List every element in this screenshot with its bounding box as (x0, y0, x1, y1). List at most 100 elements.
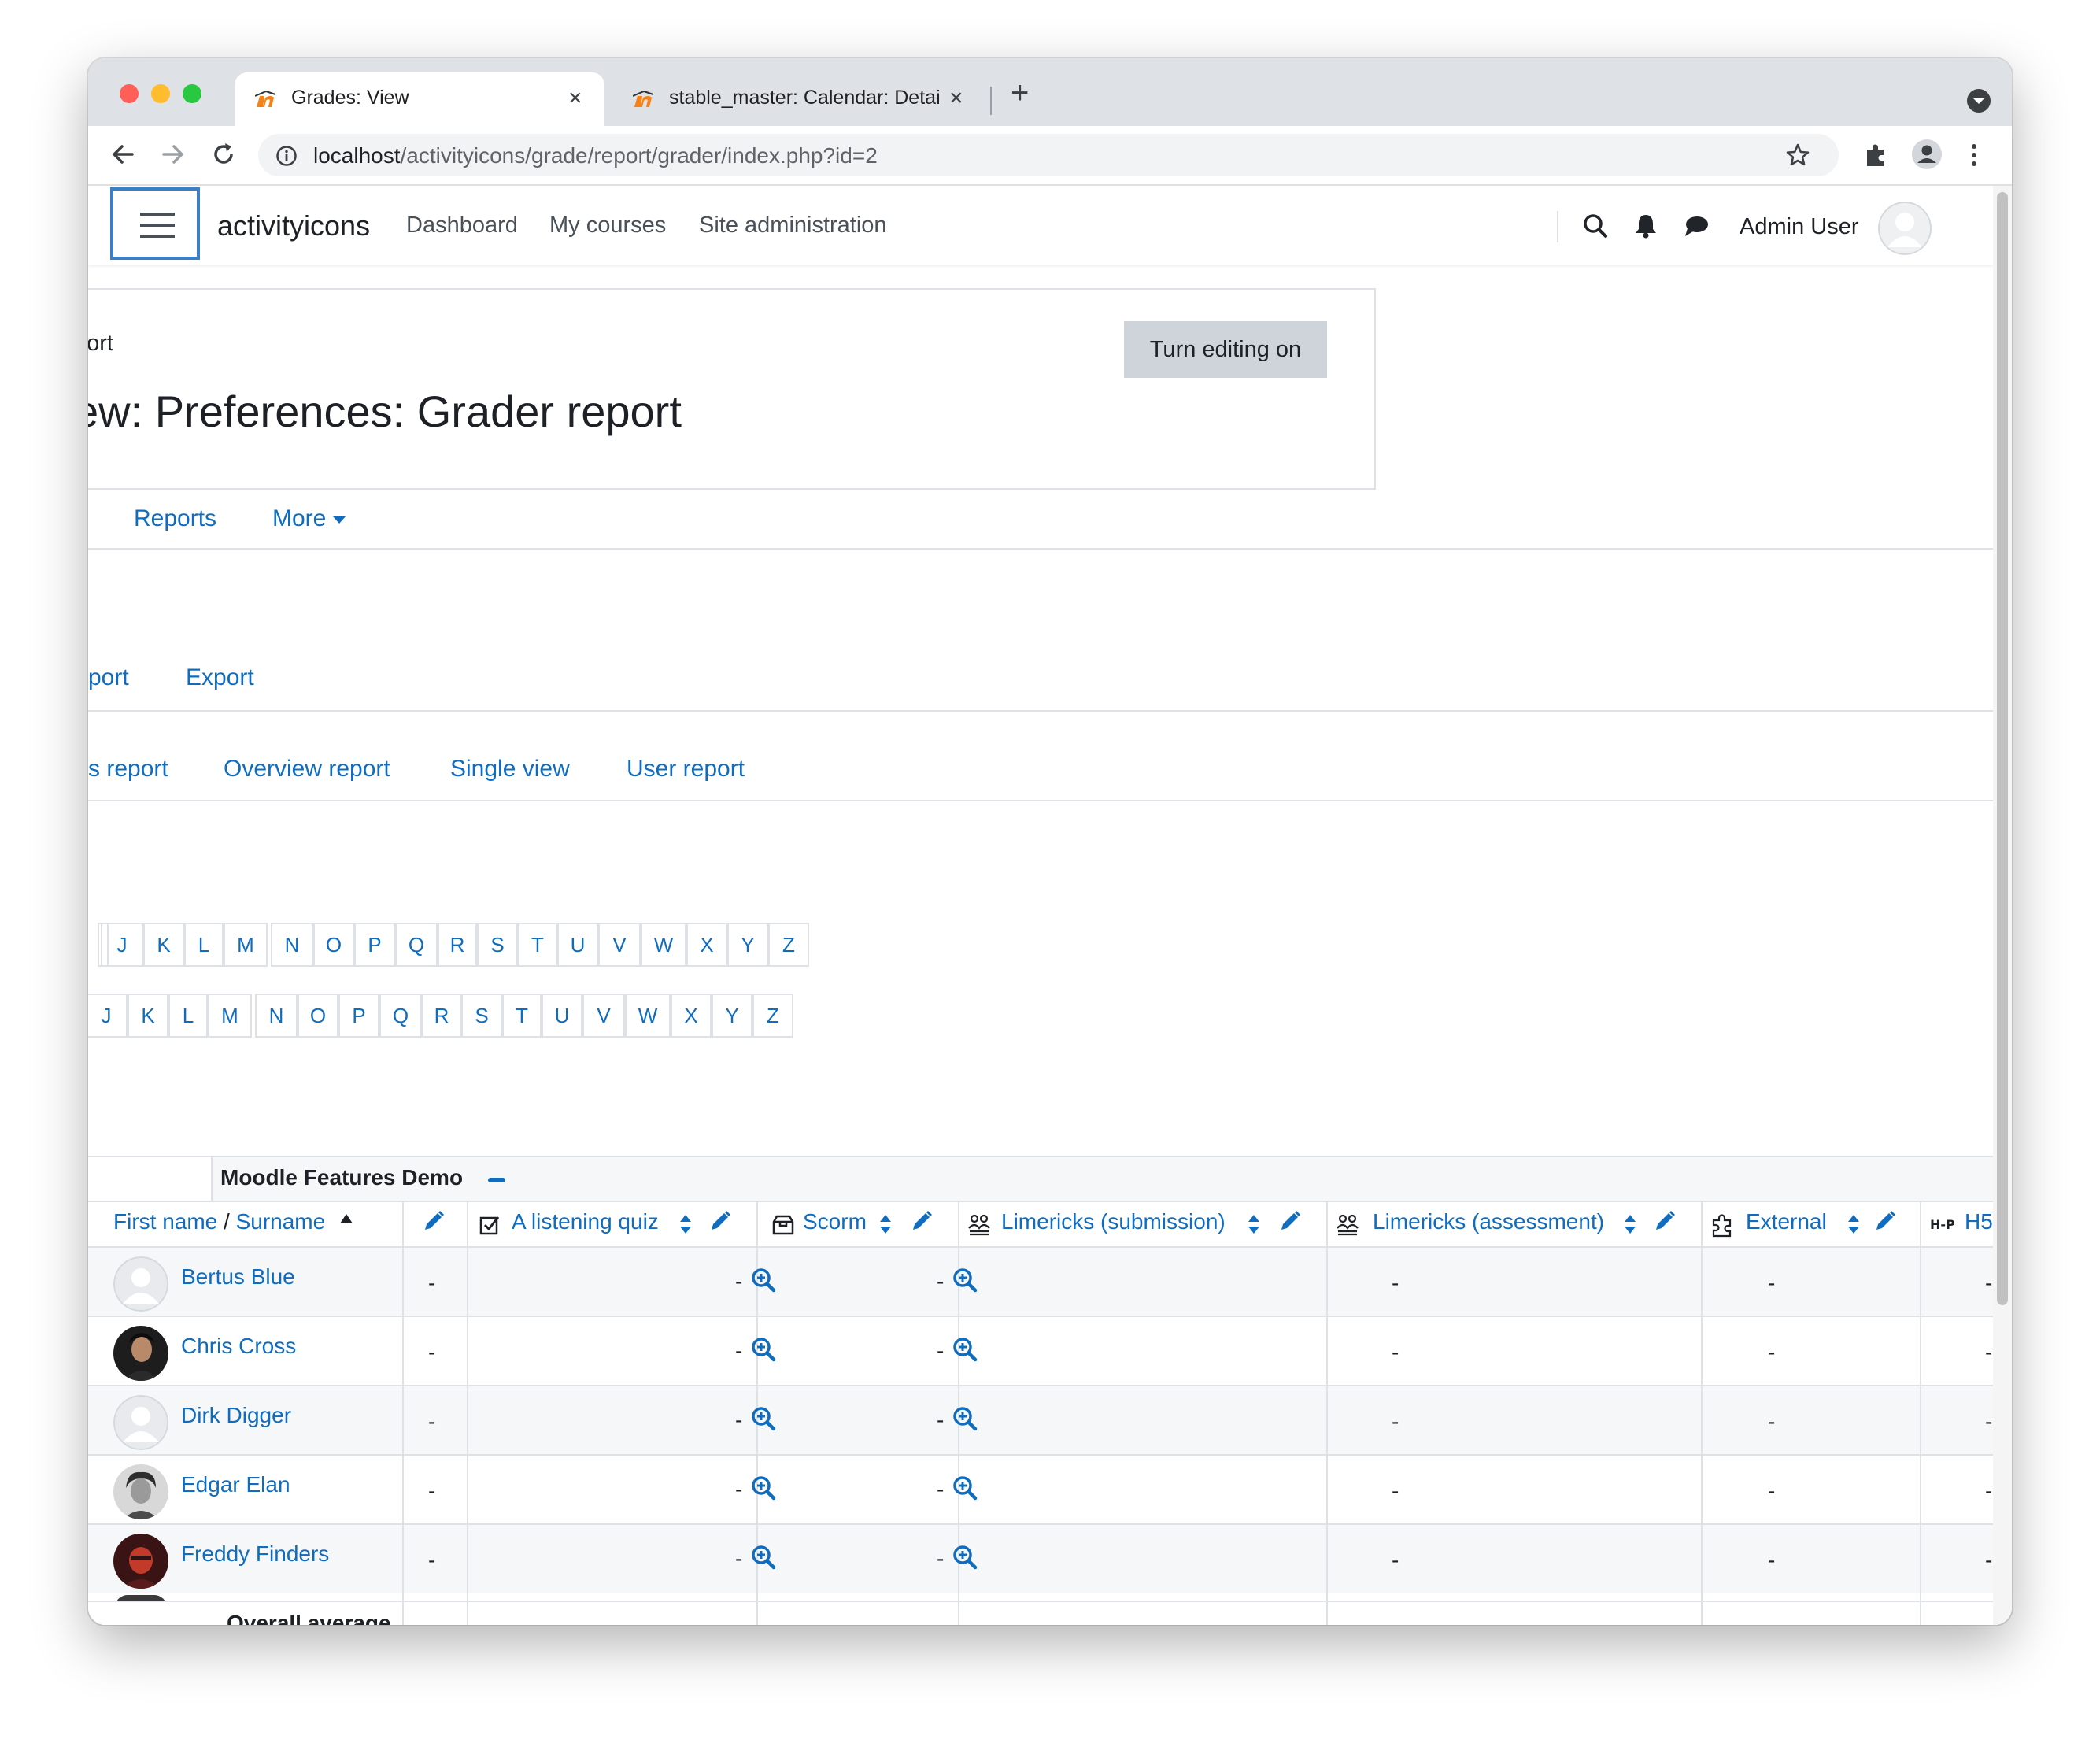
analysis-zoom-icon[interactable] (952, 1545, 978, 1570)
tab-single-view[interactable]: Single view (450, 756, 570, 783)
analysis-zoom-icon[interactable] (952, 1267, 978, 1293)
initial-k[interactable]: K (128, 994, 168, 1038)
initial-q[interactable]: Q (395, 923, 438, 967)
initial-j[interactable]: J (88, 994, 128, 1038)
tab-grader-report[interactable]: s report (88, 756, 168, 783)
nav-dashboard[interactable]: Dashboard (406, 213, 518, 239)
analysis-zoom-icon[interactable] (751, 1406, 776, 1431)
tab-user-report[interactable]: User report (627, 756, 745, 783)
edit-pencil-icon[interactable] (422, 1209, 446, 1233)
initial-l[interactable]: L (184, 923, 224, 967)
address-bar[interactable]: localhost/activityicons/grade/report/gra… (258, 134, 1839, 176)
initial-t[interactable]: T (518, 923, 557, 967)
analysis-zoom-icon[interactable] (751, 1545, 776, 1570)
initial-n[interactable]: N (255, 994, 298, 1038)
collapse-category-icon[interactable] (488, 1178, 505, 1182)
analysis-zoom-icon[interactable] (751, 1475, 776, 1501)
nav-more-dropdown[interactable]: More (272, 505, 346, 532)
drawer-toggle-button[interactable] (110, 187, 200, 260)
maximize-window-button[interactable] (183, 84, 201, 103)
user-avatar[interactable] (1878, 202, 1932, 255)
initial-x[interactable]: X (671, 994, 712, 1038)
user-avatar[interactable] (113, 1256, 168, 1312)
initial-p[interactable]: P (354, 923, 395, 967)
student-name[interactable]: Dirk Digger (181, 1403, 291, 1428)
extensions-puzzle-icon[interactable] (1862, 142, 1889, 168)
analysis-zoom-icon[interactable] (751, 1337, 776, 1362)
vertical-scrollbar[interactable] (1997, 192, 2008, 1305)
initial-j[interactable]: J (101, 923, 143, 967)
initial-p[interactable]: P (338, 994, 379, 1038)
column-header-scorm[interactable]: Scorm (803, 1209, 867, 1234)
breadcrumb[interactable]: port (88, 331, 113, 357)
analysis-zoom-icon[interactable] (952, 1337, 978, 1362)
edit-pencil-icon[interactable] (1873, 1209, 1897, 1233)
student-name[interactable]: Chris Cross (181, 1334, 296, 1359)
initial-z[interactable]: Z (752, 994, 793, 1038)
initial-r[interactable]: R (438, 923, 477, 967)
initial-m[interactable]: M (224, 923, 268, 967)
analysis-zoom-icon[interactable] (952, 1475, 978, 1501)
close-tab-icon[interactable]: × (949, 85, 963, 112)
forward-arrow-icon[interactable] (156, 137, 190, 172)
notifications-bell-icon[interactable] (1632, 213, 1659, 239)
user-avatar[interactable] (113, 1534, 168, 1589)
initial-v[interactable]: V (582, 994, 625, 1038)
close-window-button[interactable] (120, 84, 139, 103)
search-icon[interactable] (1582, 213, 1609, 239)
initial-o[interactable]: O (313, 923, 354, 967)
nav-site-administration[interactable]: Site administration (699, 213, 887, 239)
tab-calendar[interactable]: stable_master: Calendar: Detai × (612, 72, 982, 126)
tab-export[interactable]: Export (186, 664, 254, 691)
column-header-external[interactable]: External (1746, 1209, 1827, 1234)
tab-search-icon[interactable] (1966, 88, 1991, 113)
sort-toggle-icon[interactable] (1247, 1212, 1261, 1236)
initial-r[interactable]: R (422, 994, 461, 1038)
initial-w[interactable]: W (625, 994, 671, 1038)
initial-y[interactable]: Y (712, 994, 752, 1038)
user-avatar[interactable] (113, 1326, 168, 1381)
column-header-quiz[interactable]: A listening quiz (512, 1209, 659, 1234)
tab-overview-report[interactable]: Overview report (224, 756, 390, 783)
analysis-zoom-icon[interactable] (751, 1267, 776, 1293)
bookmark-star-icon[interactable] (1785, 142, 1810, 168)
nav-reports[interactable]: Reports (134, 505, 216, 532)
user-avatar[interactable] (113, 1464, 168, 1519)
sort-by-first-name[interactable]: First name / Surname (113, 1209, 325, 1234)
turn-editing-on-button[interactable]: Turn editing on (1124, 321, 1327, 378)
initial-t[interactable]: T (502, 994, 542, 1038)
sort-ascending-icon[interactable] (338, 1212, 354, 1225)
column-header-limericks-assessment[interactable]: Limericks (assessment) (1373, 1209, 1604, 1234)
user-name[interactable]: Admin User (1740, 214, 1859, 240)
initial-z[interactable]: Z (768, 923, 809, 967)
nav-my-courses[interactable]: My courses (549, 213, 666, 239)
messages-chat-icon[interactable] (1683, 213, 1710, 239)
student-name[interactable]: Edgar Elan (181, 1472, 290, 1497)
info-icon[interactable] (275, 145, 298, 167)
student-name[interactable]: Bertus Blue (181, 1264, 295, 1290)
initial-u[interactable]: U (557, 923, 598, 967)
initial-k[interactable]: K (143, 923, 184, 967)
reload-icon[interactable] (206, 137, 241, 172)
column-header-h5p[interactable]: H5 (1965, 1209, 1993, 1234)
initial-u[interactable]: U (542, 994, 582, 1038)
initial-w[interactable]: W (641, 923, 686, 967)
initial-y[interactable]: Y (727, 923, 768, 967)
initial-o[interactable]: O (298, 994, 338, 1038)
student-name[interactable]: Freddy Finders (181, 1541, 329, 1567)
edit-pencil-icon[interactable] (910, 1209, 934, 1233)
user-avatar[interactable] (113, 1395, 168, 1450)
site-brand[interactable]: activityicons (217, 209, 370, 242)
edit-pencil-icon[interactable] (1653, 1209, 1677, 1233)
close-tab-icon[interactable]: × (568, 85, 582, 112)
initial-v[interactable]: V (598, 923, 641, 967)
initial-m[interactable]: M (208, 994, 252, 1038)
minimize-window-button[interactable] (151, 84, 170, 103)
tab-grades-view[interactable]: Grades: View × (235, 72, 604, 126)
profile-icon[interactable] (1911, 139, 1943, 170)
back-arrow-icon[interactable] (105, 137, 140, 172)
initial-x[interactable]: X (686, 923, 727, 967)
browser-menu-icon[interactable] (1966, 142, 1982, 168)
sort-toggle-icon[interactable] (678, 1212, 693, 1236)
initial-l[interactable]: L (168, 994, 208, 1038)
